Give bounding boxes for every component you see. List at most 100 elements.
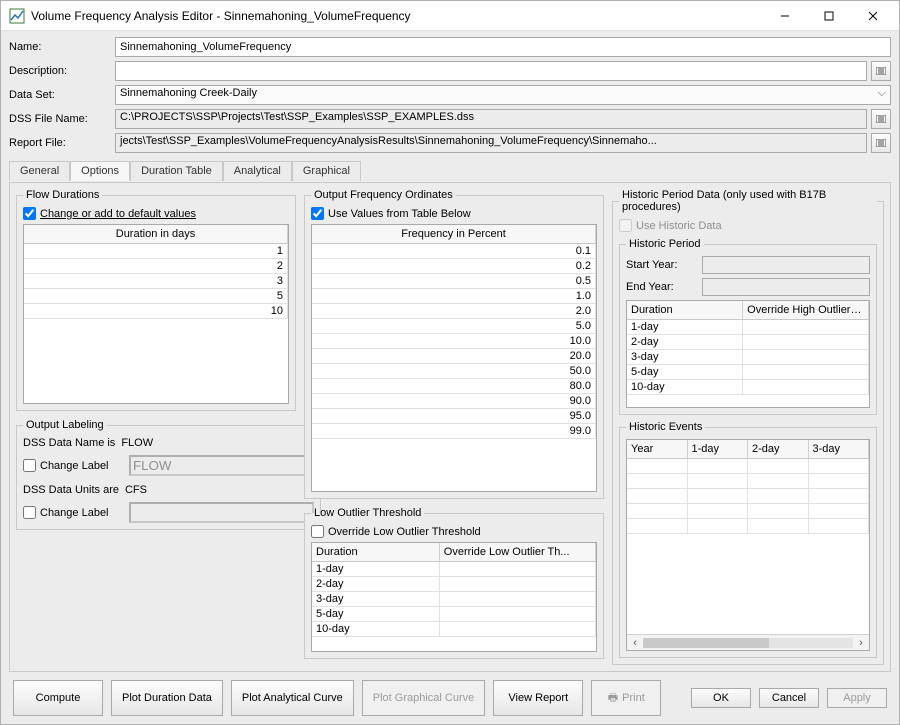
flow-durations-grid[interactable]: Duration in days 1 2 3 5 10 <box>23 224 289 404</box>
table-row[interactable]: 5-day <box>627 365 743 379</box>
historic-period-title: Historic Period <box>626 238 704 250</box>
reportfile-browse-button[interactable] <box>871 133 891 153</box>
use-values-checkbox[interactable]: Use Values from Table Below <box>311 207 597 220</box>
change-name-checkbox[interactable]: Change Label <box>23 459 123 472</box>
table-row[interactable]: 50.0 <box>312 364 596 378</box>
description-input[interactable] <box>115 61 867 81</box>
override-low-outlier-checkbox-input[interactable] <box>311 525 324 538</box>
table-row[interactable] <box>440 592 596 606</box>
table-row[interactable]: 10.0 <box>312 334 596 348</box>
table-row[interactable] <box>748 489 809 503</box>
table-row[interactable]: 2-day <box>312 577 440 591</box>
table-row[interactable]: 5 <box>24 289 288 303</box>
table-row[interactable] <box>743 365 869 379</box>
table-row[interactable]: 20.0 <box>312 349 596 363</box>
table-row[interactable] <box>627 474 688 488</box>
table-row[interactable] <box>809 504 870 518</box>
table-row[interactable] <box>688 474 749 488</box>
table-row[interactable] <box>440 577 596 591</box>
table-row[interactable]: 3 <box>24 274 288 288</box>
historic-title: Historic Period Data (only used with B17… <box>619 189 877 213</box>
table-row[interactable] <box>743 380 869 394</box>
table-row[interactable]: 1-day <box>627 320 743 334</box>
table-row[interactable]: 2 <box>24 259 288 273</box>
table-row[interactable] <box>748 519 809 533</box>
compute-button[interactable]: Compute <box>13 680 103 716</box>
table-row[interactable]: 0.5 <box>312 274 596 288</box>
table-row[interactable]: 0.1 <box>312 244 596 258</box>
tab-general[interactable]: General <box>9 161 70 181</box>
table-row[interactable]: 3-day <box>312 592 440 606</box>
table-row[interactable] <box>627 489 688 503</box>
plot-graphical-button: Plot Graphical Curve <box>362 680 486 716</box>
tab-duration-table[interactable]: Duration Table <box>130 161 223 181</box>
table-row[interactable]: 5-day <box>312 607 440 621</box>
change-units-checkbox-input[interactable] <box>23 506 36 519</box>
minimize-button[interactable] <box>763 2 807 30</box>
name-input[interactable] <box>115 37 891 57</box>
table-row[interactable] <box>440 622 596 636</box>
chevron-right-icon[interactable]: › <box>853 637 869 649</box>
table-row[interactable]: 0.2 <box>312 259 596 273</box>
table-row[interactable]: 2-day <box>627 335 743 349</box>
maximize-button[interactable] <box>807 2 851 30</box>
table-row[interactable]: 99.0 <box>312 424 596 438</box>
tab-graphical[interactable]: Graphical <box>292 161 361 181</box>
historic-events-grid[interactable]: Year 1-day 2-day 3-day <box>626 439 870 651</box>
tab-analytical[interactable]: Analytical <box>223 161 292 181</box>
change-default-checkbox-input[interactable] <box>23 207 36 220</box>
table-row[interactable] <box>809 459 870 473</box>
table-row[interactable] <box>627 459 688 473</box>
dssfile-browse-button[interactable] <box>871 109 891 129</box>
table-row[interactable]: 90.0 <box>312 394 596 408</box>
table-row[interactable] <box>748 459 809 473</box>
table-row[interactable] <box>809 489 870 503</box>
low-outlier-grid[interactable]: Duration Override Low Outlier Th... 1-da… <box>311 542 597 652</box>
table-row[interactable] <box>688 504 749 518</box>
table-row[interactable] <box>627 519 688 533</box>
plot-analytical-button[interactable]: Plot Analytical Curve <box>231 680 354 716</box>
table-row[interactable]: 10-day <box>627 380 743 394</box>
table-row[interactable] <box>743 320 869 334</box>
table-row[interactable]: 5.0 <box>312 319 596 333</box>
historic-period-grid[interactable]: Duration Override High Outlier Thr... 1-… <box>626 300 870 408</box>
table-row[interactable] <box>440 562 596 576</box>
change-name-checkbox-input[interactable] <box>23 459 36 472</box>
table-row[interactable]: 80.0 <box>312 379 596 393</box>
table-row[interactable] <box>688 459 749 473</box>
override-low-outlier-checkbox[interactable]: Override Low Outlier Threshold <box>311 525 597 538</box>
table-row[interactable]: 1.0 <box>312 289 596 303</box>
ok-button[interactable]: OK <box>691 688 751 708</box>
table-row[interactable] <box>809 474 870 488</box>
table-row[interactable]: 2.0 <box>312 304 596 318</box>
description-expand-button[interactable] <box>871 61 891 81</box>
table-row[interactable] <box>440 607 596 621</box>
table-row[interactable] <box>809 519 870 533</box>
output-frequency-grid[interactable]: Frequency in Percent 0.1 0.2 0.5 1.0 2.0… <box>311 224 597 492</box>
chevron-left-icon[interactable]: ‹ <box>627 637 643 649</box>
dataset-select[interactable]: Sinnemahoning Creek-Daily <box>115 85 891 105</box>
close-button[interactable] <box>851 2 895 30</box>
table-row[interactable] <box>688 519 749 533</box>
table-row[interactable]: 3-day <box>627 350 743 364</box>
table-row[interactable]: 95.0 <box>312 409 596 423</box>
view-report-button[interactable]: View Report <box>493 680 583 716</box>
table-row[interactable] <box>748 474 809 488</box>
plot-duration-button[interactable]: Plot Duration Data <box>111 680 223 716</box>
table-row[interactable]: 10-day <box>312 622 440 636</box>
table-row[interactable] <box>627 504 688 518</box>
table-row[interactable]: 10 <box>24 304 288 318</box>
client-area: Name: Description: Data Set: Sinnemahoni… <box>1 31 899 724</box>
table-row[interactable] <box>748 504 809 518</box>
use-values-checkbox-input[interactable] <box>311 207 324 220</box>
table-row[interactable]: 1-day <box>312 562 440 576</box>
historic-events-scrollbar[interactable]: ‹ › <box>627 634 869 650</box>
cancel-button[interactable]: Cancel <box>759 688 819 708</box>
change-units-checkbox[interactable]: Change Label <box>23 506 123 519</box>
tab-options[interactable]: Options <box>70 161 130 181</box>
change-default-checkbox[interactable]: Change or add to default values <box>23 207 289 220</box>
table-row[interactable] <box>688 489 749 503</box>
table-row[interactable]: 1 <box>24 244 288 258</box>
table-row[interactable] <box>743 335 869 349</box>
table-row[interactable] <box>743 350 869 364</box>
